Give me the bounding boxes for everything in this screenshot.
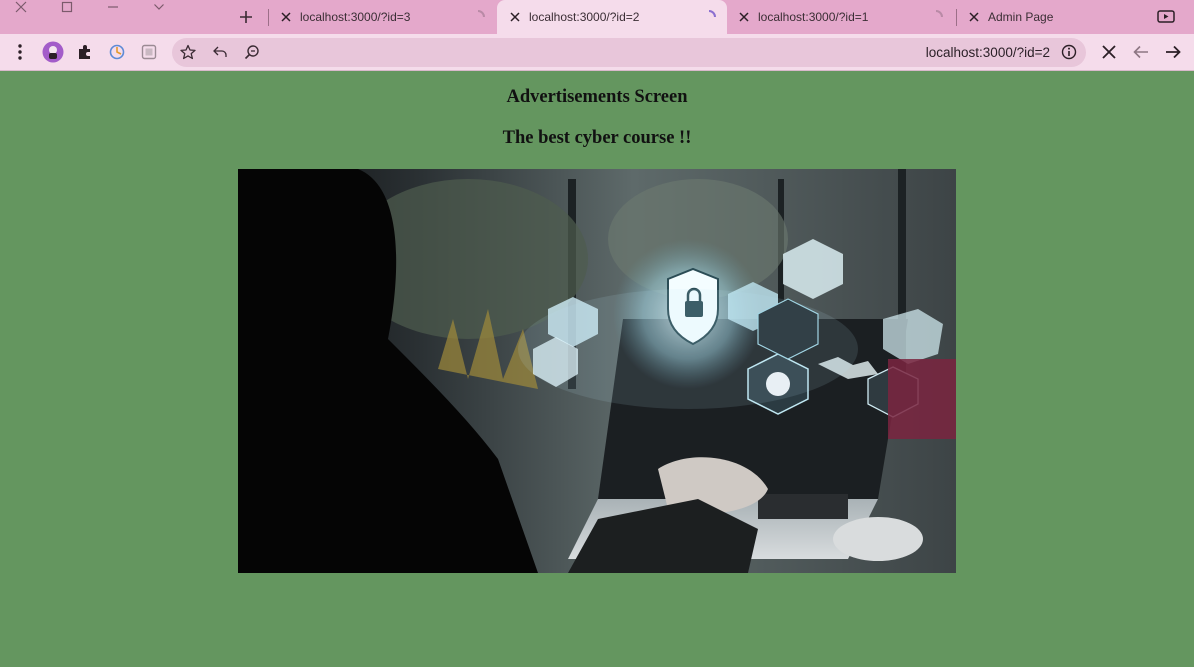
url-text[interactable]: localhost:3000/?id=2 xyxy=(926,45,1050,60)
site-info-icon[interactable] xyxy=(1058,41,1080,63)
media-icon[interactable] xyxy=(1156,8,1176,26)
stop-icon[interactable] xyxy=(1097,40,1121,64)
share-icon[interactable] xyxy=(209,41,231,63)
tab-separator xyxy=(956,9,957,26)
address-bar[interactable]: localhost:3000/?id=2 xyxy=(172,38,1086,67)
zoom-icon[interactable] xyxy=(241,41,263,63)
new-tab-button[interactable] xyxy=(234,6,258,28)
tab-close-icon[interactable] xyxy=(736,9,752,25)
maximize-icon[interactable] xyxy=(52,0,82,14)
page-subtitle: The best cyber course !! xyxy=(502,128,692,148)
loading-spinner-icon xyxy=(935,10,943,18)
tab-close-icon[interactable] xyxy=(966,9,982,25)
tab-strip: localhost:3000/?id=3 localhost:3000/?id=… xyxy=(0,0,1194,34)
bookmark-star-icon[interactable] xyxy=(177,41,199,63)
browser-toolbar: localhost:3000/?id=2 xyxy=(0,34,1194,71)
loading-spinner-icon xyxy=(477,10,485,18)
tab-search-icon[interactable] xyxy=(144,0,174,14)
extensions-puzzle-icon[interactable] xyxy=(73,40,97,64)
tab-separator xyxy=(268,9,269,26)
tab-admin-page[interactable]: Admin Page xyxy=(958,0,1148,34)
minimize-icon[interactable] xyxy=(98,0,128,14)
extension-icon[interactable] xyxy=(137,40,161,64)
cyber-security-laptop-illustration xyxy=(238,169,956,573)
tab-title: localhost:3000/?id=3 xyxy=(300,10,411,24)
advertisement-image xyxy=(238,169,956,573)
page-title: Advertisements Screen xyxy=(506,87,688,107)
tab-title: Admin Page xyxy=(988,10,1054,24)
tab-title: localhost:3000/?id=1 xyxy=(758,10,869,24)
tab-id-1[interactable]: localhost:3000/?id=1 xyxy=(728,0,954,34)
extension-icon[interactable] xyxy=(105,40,129,64)
tab-title: localhost:3000/?id=2 xyxy=(529,10,640,24)
loading-spinner-icon xyxy=(708,10,716,18)
tab-id-2[interactable]: localhost:3000/?id=2 xyxy=(497,0,727,34)
tab-close-icon[interactable] xyxy=(507,9,523,25)
tab-close-icon[interactable] xyxy=(278,9,294,25)
menu-dots-icon[interactable] xyxy=(8,40,32,64)
profile-avatar-icon[interactable] xyxy=(41,40,65,64)
close-window-icon[interactable] xyxy=(6,0,36,14)
tab-id-3[interactable]: localhost:3000/?id=3 xyxy=(270,0,496,34)
forward-icon[interactable] xyxy=(1161,40,1185,64)
back-icon[interactable] xyxy=(1129,40,1153,64)
